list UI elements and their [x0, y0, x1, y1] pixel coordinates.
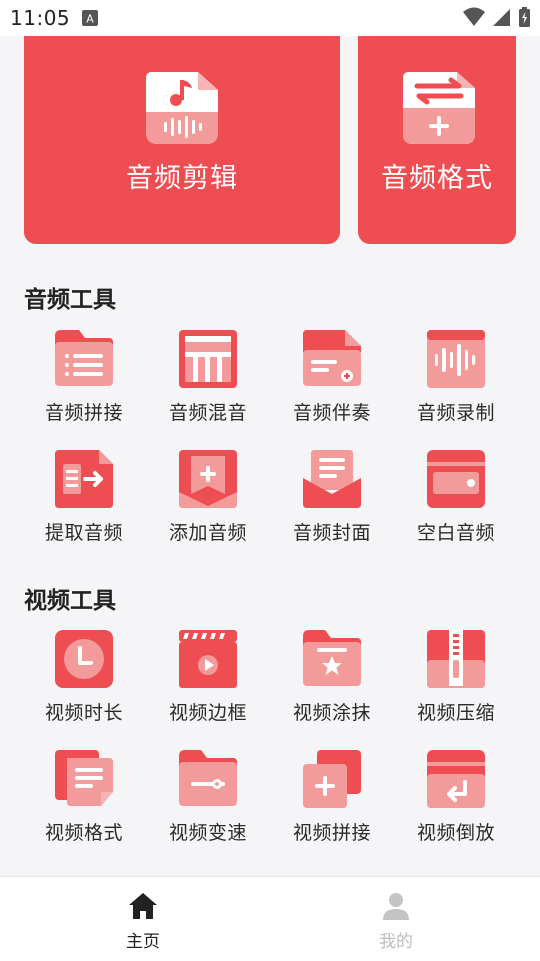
clapper-play-icon	[179, 630, 237, 688]
tool-video-reverse[interactable]: 视频倒放	[394, 748, 518, 858]
tool-video-format[interactable]: 视频格式	[22, 748, 146, 858]
tool-label: 视频拼接	[292, 822, 371, 844]
tool-label: 视频边框	[168, 702, 247, 724]
tool-label: 视频压缩	[416, 702, 495, 724]
tool-label: 视频格式	[44, 822, 123, 844]
tool-video-smear[interactable]: 视频涂抹	[270, 628, 394, 738]
extract-arrow-icon	[55, 450, 113, 508]
audio-edit-icon	[146, 72, 218, 144]
reverse-icon	[427, 750, 485, 808]
tool-audio-record[interactable]: 音频录制	[394, 328, 518, 438]
tab-home[interactable]: 主页	[83, 891, 203, 957]
tool-label: 音频录制	[416, 402, 495, 424]
svg-text:A: A	[86, 13, 94, 26]
tool-label: 视频时长	[44, 702, 123, 724]
tab-mine[interactable]: 我的	[336, 891, 456, 957]
tab-mine-label: 我的	[379, 932, 413, 952]
mixer-icon	[179, 330, 237, 388]
home-icon	[129, 893, 157, 919]
clock-icon	[55, 630, 113, 688]
doc-stack-icon	[55, 750, 113, 806]
envelope-doc-icon	[303, 450, 361, 508]
tool-label: 音频混音	[168, 402, 247, 424]
blank-box-icon	[427, 450, 485, 508]
video-tools-title: 视频工具	[24, 588, 116, 614]
battery-icon	[519, 7, 530, 27]
tool-audio-merge[interactable]: 音频拼接	[22, 328, 146, 438]
tool-video-compress[interactable]: 视频压缩	[394, 628, 518, 738]
tool-video-merge[interactable]: 视频拼接	[270, 748, 394, 858]
audio-tools-title: 音频工具	[24, 287, 116, 313]
tab-home-label: 主页	[126, 932, 160, 952]
tool-video-border[interactable]: 视频边框	[146, 628, 270, 738]
tool-blank-audio[interactable]: 空白音频	[394, 448, 518, 558]
merge-plus-icon	[303, 750, 361, 808]
keyboard-a-icon: A	[82, 10, 98, 26]
signal-icon	[493, 9, 510, 26]
folder-slider-icon	[179, 750, 237, 806]
add-bookmark-icon	[179, 450, 237, 508]
tool-label: 音频伴奏	[292, 402, 371, 424]
tool-audio-mix[interactable]: 音频混音	[146, 328, 270, 438]
audio-format-icon	[403, 72, 475, 144]
status-time: 11:05	[10, 6, 71, 30]
tool-label: 空白音频	[416, 522, 495, 544]
tool-label: 音频封面	[292, 522, 371, 544]
tool-video-duration[interactable]: 视频时长	[22, 628, 146, 738]
tool-video-speed[interactable]: 视频变速	[146, 748, 270, 858]
status-bar: 11:05 A	[0, 0, 540, 36]
tool-label: 音频拼接	[44, 402, 123, 424]
user-icon	[383, 893, 409, 920]
tool-add-audio[interactable]: 添加音频	[146, 448, 270, 558]
tool-audio-accompany[interactable]: 音频伴奏	[270, 328, 394, 438]
tool-label: 视频涂抹	[292, 702, 371, 724]
zip-icon	[427, 630, 485, 688]
audio-edit-card[interactable]: 音频剪辑	[24, 36, 340, 244]
folder-list-icon	[55, 330, 113, 386]
bottom-nav: 主页 我的	[0, 876, 540, 961]
audio-edit-label: 音频剪辑	[126, 163, 238, 194]
wifi-icon	[463, 7, 485, 26]
waveform-icon	[427, 330, 485, 388]
tool-extract-audio[interactable]: 提取音频	[22, 448, 146, 558]
tool-audio-cover[interactable]: 音频封面	[270, 448, 394, 558]
tool-label: 添加音频	[168, 522, 247, 544]
tool-label: 提取音频	[44, 522, 123, 544]
tool-label: 视频变速	[168, 822, 247, 844]
audio-format-label: 音频格式	[381, 163, 493, 194]
tool-label: 视频倒放	[416, 822, 495, 844]
folder-star-icon	[303, 630, 361, 686]
file-add-icon	[303, 330, 361, 386]
audio-format-card[interactable]: 音频格式	[358, 36, 516, 244]
